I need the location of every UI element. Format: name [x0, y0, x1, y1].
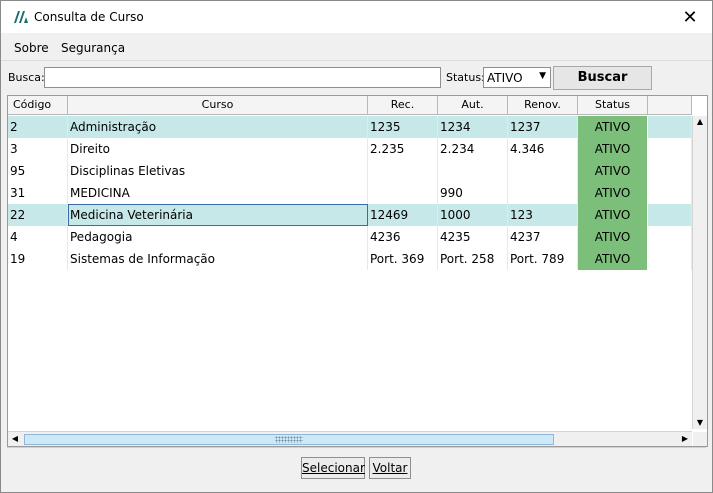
cell-filler	[648, 204, 692, 226]
cell-renov	[508, 160, 578, 182]
cell-filler	[648, 182, 692, 204]
table-row[interactable]: 31 MEDICINA 990 ATIVO	[8, 182, 692, 204]
cell-codigo: 3	[8, 138, 68, 160]
table-row[interactable]: 4 Pedagogia 4236 4235 4237 ATIVO	[8, 226, 692, 248]
status-badge: ATIVO	[578, 204, 648, 226]
header-rec[interactable]: Rec.	[368, 96, 438, 115]
horizontal-scroll-thumb[interactable]	[24, 434, 554, 445]
status-badge: ATIVO	[578, 226, 648, 248]
cell-curso: MEDICINA	[68, 182, 368, 204]
cell-aut: Port. 258	[438, 248, 508, 270]
cell-codigo: 22	[8, 204, 68, 226]
cell-rec: 12469	[368, 204, 438, 226]
status-select-value: ATIVO	[487, 71, 523, 85]
cell-filler	[648, 116, 692, 138]
cell-codigo: 31	[8, 182, 68, 204]
status-badge: ATIVO	[578, 248, 648, 270]
vertical-scrollbar[interactable]: ▲ ▼	[692, 116, 707, 429]
cell-rec: Port. 369	[368, 248, 438, 270]
cell-renov: Port. 789	[508, 248, 578, 270]
header-status[interactable]: Status	[578, 96, 648, 115]
table-row[interactable]: 2 Administração 1235 1234 1237 ATIVO	[8, 116, 692, 138]
close-icon: ✕	[682, 6, 698, 28]
cell-aut: 990	[438, 182, 508, 204]
cell-renov: 1237	[508, 116, 578, 138]
cell-codigo: 95	[8, 160, 68, 182]
cell-curso: Sistemas de Informação	[68, 248, 368, 270]
cell-curso: Medicina Veterinária	[68, 204, 368, 226]
status-label: Status:	[446, 71, 485, 84]
cell-renov: 123	[508, 204, 578, 226]
menu-sobre[interactable]: Sobre	[14, 41, 49, 55]
title-bar[interactable]: Consulta de Curso ✕	[1, 1, 712, 33]
cell-rec	[368, 182, 438, 204]
cell-filler	[648, 226, 692, 248]
grip-icon	[275, 436, 303, 443]
table-row[interactable]: 95 Disciplinas Eletivas ATIVO	[8, 160, 692, 182]
cell-aut: 4235	[438, 226, 508, 248]
cell-curso: Disciplinas Eletivas	[68, 160, 368, 182]
cell-curso: Pedagogia	[68, 226, 368, 248]
scroll-down-icon[interactable]: ▼	[693, 417, 707, 429]
scroll-up-icon[interactable]: ▲	[693, 116, 707, 128]
status-badge: ATIVO	[578, 138, 648, 160]
search-input[interactable]	[44, 67, 441, 88]
close-button[interactable]: ✕	[668, 1, 712, 33]
status-badge: ATIVO	[578, 160, 648, 182]
header-codigo[interactable]: Código	[8, 96, 68, 115]
cell-aut: 2.234	[438, 138, 508, 160]
cell-codigo: 19	[8, 248, 68, 270]
chevron-down-icon: ▼	[539, 71, 546, 81]
status-badge: ATIVO	[578, 182, 648, 204]
cell-filler	[648, 138, 692, 160]
cell-codigo: 4	[8, 226, 68, 248]
scrollbar-corner	[693, 432, 707, 446]
table-body: 2 Administração 1235 1234 1237 ATIVO 3 D…	[8, 116, 692, 270]
cell-aut: 1234	[438, 116, 508, 138]
table-header: Código Curso Rec. Aut. Renov. Status	[8, 96, 692, 116]
header-renov[interactable]: Renov.	[508, 96, 578, 115]
cell-renov	[508, 182, 578, 204]
back-button[interactable]: Voltar	[369, 457, 411, 479]
search-button[interactable]: Buscar	[553, 66, 652, 90]
cell-renov: 4237	[508, 226, 578, 248]
cell-codigo: 2	[8, 116, 68, 138]
cell-filler	[648, 160, 692, 182]
select-button[interactable]: Selecionar	[301, 457, 365, 479]
cell-aut: 1000	[438, 204, 508, 226]
courses-table: Código Curso Rec. Aut. Renov. Status 2 A…	[7, 95, 708, 447]
search-label: Busca:	[8, 71, 45, 84]
header-curso[interactable]: Curso	[68, 96, 368, 115]
header-filler	[648, 96, 692, 115]
cell-rec	[368, 160, 438, 182]
cell-rec: 2.235	[368, 138, 438, 160]
dialog-window: Consulta de Curso ✕ Sobre Segurança Busc…	[0, 0, 713, 493]
status-badge: ATIVO	[578, 116, 648, 138]
horizontal-scrollbar[interactable]: ◀ ▶	[8, 431, 692, 446]
cell-renov: 4.346	[508, 138, 578, 160]
menu-bar: Sobre Segurança	[1, 34, 712, 61]
scroll-right-icon[interactable]: ▶	[678, 432, 692, 446]
cell-rec: 4236	[368, 226, 438, 248]
header-aut[interactable]: Aut.	[438, 96, 508, 115]
table-row[interactable]: 3 Direito 2.235 2.234 4.346 ATIVO	[8, 138, 692, 160]
app-logo-icon	[14, 11, 28, 23]
status-select[interactable]: ATIVO ▼	[483, 67, 551, 88]
cell-rec: 1235	[368, 116, 438, 138]
table-row[interactable]: 22 Medicina Veterinária 12469 1000 123 A…	[8, 204, 692, 226]
cell-curso: Direito	[68, 138, 368, 160]
table-row[interactable]: 19 Sistemas de Informação Port. 369 Port…	[8, 248, 692, 270]
cell-aut	[438, 160, 508, 182]
cell-filler	[648, 248, 692, 270]
menu-seguranca[interactable]: Segurança	[61, 41, 125, 55]
window-title: Consulta de Curso	[34, 10, 144, 24]
search-row: Busca: Status: ATIVO ▼ Buscar	[1, 63, 712, 93]
bottom-button-bar: Selecionar Voltar	[7, 447, 706, 488]
scroll-left-icon[interactable]: ◀	[8, 432, 22, 446]
cell-curso: Administração	[68, 116, 368, 138]
